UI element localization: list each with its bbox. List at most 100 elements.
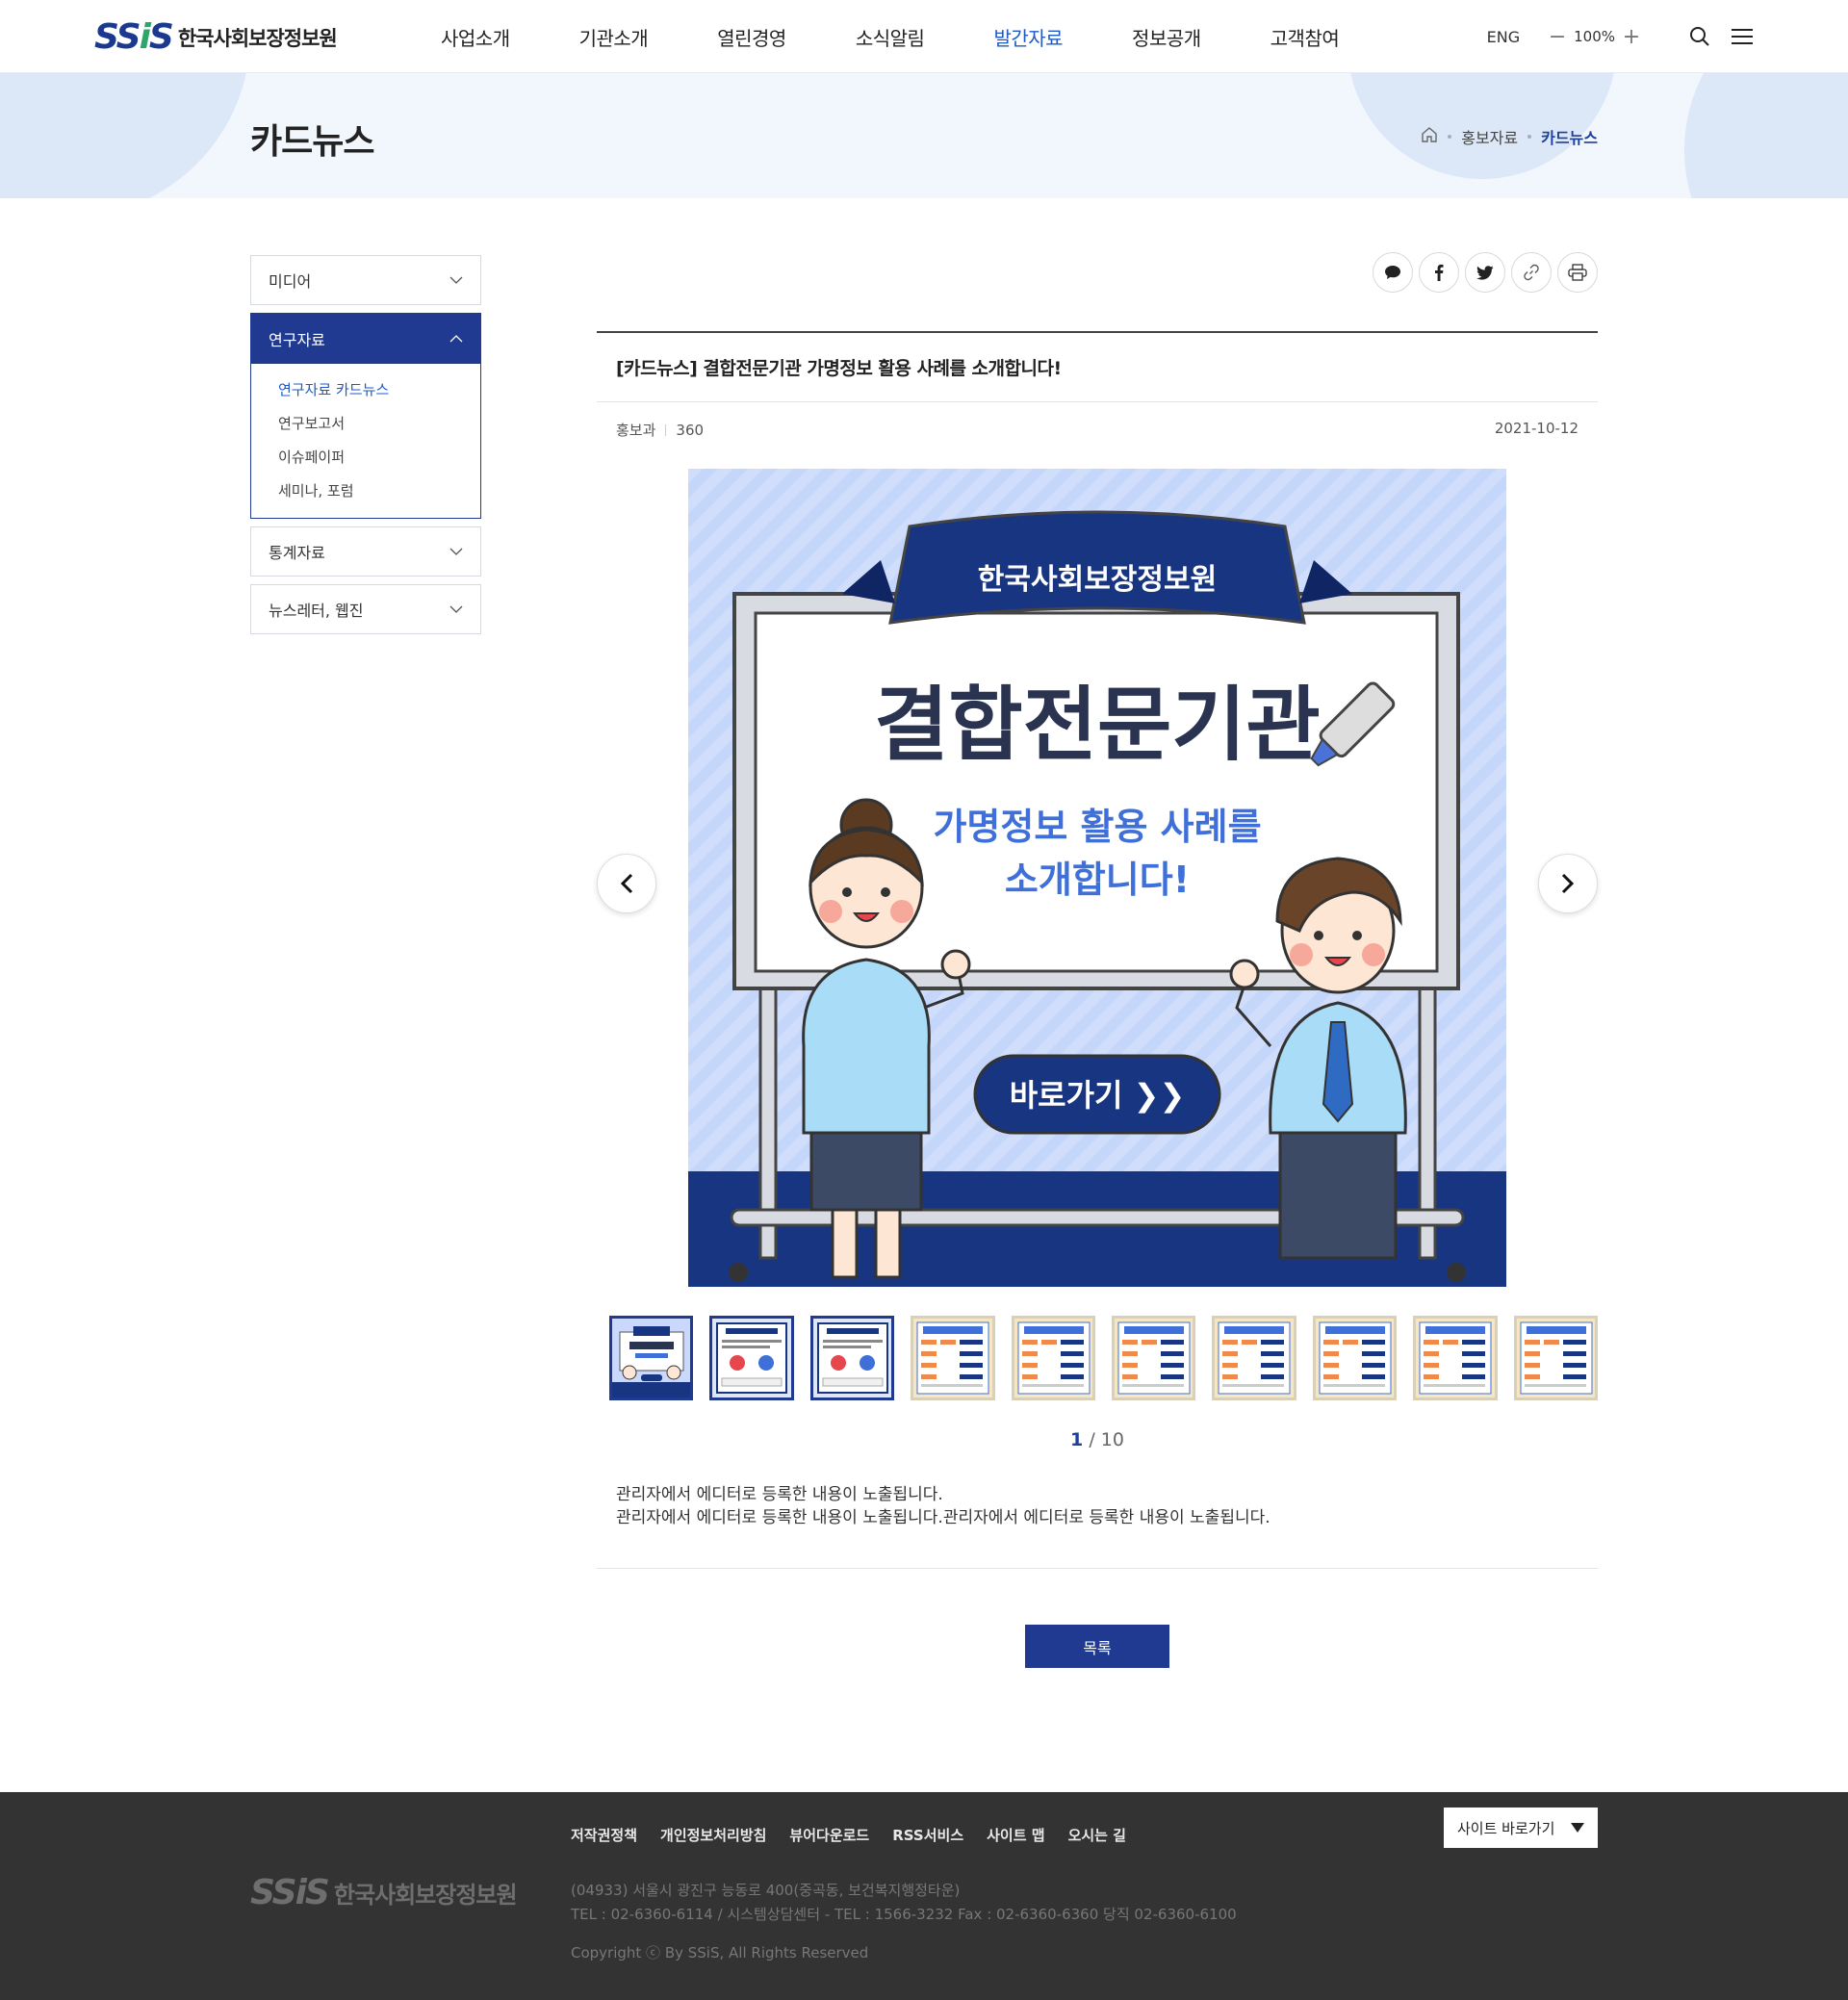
footer-copyright: Copyright ⓒ By SSiS, All Rights Reserved <box>571 1944 869 1962</box>
footer-link-privacy[interactable]: 개인정보처리방침 <box>660 1825 766 1845</box>
link-icon[interactable] <box>1511 252 1552 293</box>
slide-current: 1 <box>1070 1429 1084 1450</box>
thumbnail-item[interactable] <box>1111 1316 1196 1400</box>
thumbnail-item[interactable] <box>809 1316 895 1400</box>
page-title: 카드뉴스 <box>250 122 374 162</box>
article-header: [카드뉴스] 결합전문기관 가명정보 활용 사례를 소개합니다! 홍보과 360… <box>597 331 1598 457</box>
card-ribbon-text: 한국사회보장정보원 <box>978 563 1217 597</box>
zoom-out-button[interactable]: − <box>1547 25 1568 49</box>
gnb-item-management[interactable]: 열린경영 <box>717 23 786 51</box>
decor-circle <box>1684 73 1848 198</box>
facebook-icon[interactable] <box>1419 252 1459 293</box>
side-nav-item-media[interactable]: 미디어 <box>250 255 481 305</box>
thumbnail-item[interactable] <box>1011 1316 1095 1400</box>
gnb-item-news[interactable]: 소식알림 <box>856 23 925 51</box>
thumbnail-item[interactable] <box>1513 1316 1598 1400</box>
side-nav-label: 미디어 <box>269 272 312 291</box>
card-shortcut-button: 바로가기 ❯❯ <box>1010 1077 1186 1114</box>
breadcrumb-current[interactable]: 카드뉴스 <box>1541 125 1598 148</box>
decor-circle <box>0 73 250 198</box>
chevron-down-icon <box>449 605 463 613</box>
article-body-line: 관리자에서 에디터로 등록한 내용이 노출됩니다.관리자에서 에디터로 등록한 … <box>616 1508 1270 1527</box>
gnb-item-disclosure[interactable]: 정보공개 <box>1132 23 1201 51</box>
side-nav-label: 연구자료 <box>269 331 325 349</box>
article-dept: 홍보과 <box>616 422 656 439</box>
side-nav-sub-cardnews[interactable]: 연구자료 카드뉴스 <box>278 373 480 407</box>
article-content: [카드뉴스] 결합전문기관 가명정보 활용 사례를 소개합니다! 홍보과 360… <box>597 252 1598 1668</box>
thumbnail-item[interactable] <box>608 1316 694 1400</box>
footer-link-rss[interactable]: RSS서비스 <box>892 1825 963 1845</box>
breadcrumb-item[interactable]: 홍보자료 <box>1461 125 1518 148</box>
menu-icon[interactable] <box>1729 23 1756 50</box>
zoom-control: − 100% + <box>1547 25 1642 49</box>
twitter-icon[interactable] <box>1465 252 1505 293</box>
english-link[interactable]: ENG <box>1487 28 1520 46</box>
logo-text: 한국사회보장정보원 <box>177 26 338 50</box>
utility-bar: ENG − 100% + <box>1487 0 1756 73</box>
breadcrumb-separator <box>1527 135 1532 139</box>
thumbnail-item[interactable] <box>1312 1316 1398 1400</box>
gnb-item-about[interactable]: 기관소개 <box>579 23 649 51</box>
logo[interactable]: SSiS 한국사회보장정보원 <box>94 17 338 57</box>
side-nav-sub-seminar[interactable]: 세미나, 포럼 <box>278 474 480 508</box>
article-meta: 홍보과 360 2021-10-12 <box>597 402 1598 457</box>
side-nav-sub-reports[interactable]: 연구보고서 <box>278 407 480 441</box>
header: SSiS 한국사회보장정보원 사업소개 기관소개 열린경영 소식알림 발간자료 … <box>0 0 1848 73</box>
article-body-line: 관리자에서 에디터로 등록한 내용이 노출됩니다. <box>616 1485 943 1504</box>
footer-link-sitemap[interactable]: 사이트 맵 <box>987 1825 1044 1845</box>
footer-links: 저작권정책 개인정보처리방침 뷰어다운로드 RSS서비스 사이트 맵 오시는 길 <box>571 1825 1149 1845</box>
chevron-right-icon <box>1561 873 1575 894</box>
search-icon[interactable] <box>1686 23 1713 50</box>
thumbnail-item[interactable] <box>709 1316 794 1400</box>
list-button[interactable]: 목록 <box>1025 1625 1169 1668</box>
side-nav-sub-issuepaper[interactable]: 이슈페이퍼 <box>278 441 480 474</box>
side-nav-item-statistics[interactable]: 통계자료 <box>250 526 481 577</box>
chevron-left-icon <box>620 873 633 894</box>
breadcrumb-separator <box>1448 135 1452 139</box>
thumbnail-item[interactable] <box>1212 1316 1296 1400</box>
gnb-item-business[interactable]: 사업소개 <box>441 23 510 51</box>
card-sub-line2: 소개합니다! <box>1005 859 1190 901</box>
home-icon[interactable] <box>1421 126 1438 147</box>
article-date: 2021-10-12 <box>1494 420 1578 437</box>
meta-divider <box>665 423 667 436</box>
footer-logo-text: 한국사회보장정보원 <box>333 1882 518 1909</box>
thumbnail-item[interactable] <box>1413 1316 1498 1400</box>
print-icon[interactable] <box>1557 252 1598 293</box>
next-slide-button[interactable] <box>1538 854 1598 913</box>
global-nav: 사업소개 기관소개 열린경영 소식알림 발간자료 정보공개 고객참여 <box>441 0 1408 73</box>
logo-mark: SSiS <box>94 17 174 57</box>
card-image: 한국사회보장정보원 결합전문기관 가명정보 활용 사례를 소개합니다! 바로가기… <box>688 469 1506 1287</box>
share-bar <box>597 252 1598 296</box>
footer-address: (04933) 서울시 광진구 능동로 400(중곡동, 보건복지행정타운) T… <box>571 1879 1237 1927</box>
chevron-up-icon <box>449 335 463 343</box>
footer-address-line: (04933) 서울시 광진구 능동로 400(중곡동, 보건복지행정타운) <box>571 1882 961 1899</box>
footer-logo-mark: SSiS <box>250 1873 330 1912</box>
side-nav-group-research: 연구자료 연구자료 카드뉴스 연구보고서 이슈페이퍼 세미나, 포럼 <box>250 313 481 519</box>
side-nav-item-newsletter[interactable]: 뉴스레터, 웹진 <box>250 584 481 634</box>
card-headline: 결합전문기관 <box>874 678 1321 772</box>
side-nav-label: 뉴스레터, 웹진 <box>269 602 364 620</box>
gnb-item-publications[interactable]: 발간자료 <box>993 23 1063 51</box>
caret-down-icon <box>1571 1823 1584 1833</box>
footer-link-copyright[interactable]: 저작권정책 <box>571 1825 637 1845</box>
side-nav-item-research[interactable]: 연구자료 <box>251 314 480 364</box>
site-shortcut-select[interactable]: 사이트 바로가기 <box>1444 1808 1598 1848</box>
footer-link-viewer[interactable]: 뷰어다운로드 <box>789 1825 869 1845</box>
thumbnail-item[interactable] <box>911 1316 995 1400</box>
slide-total: / 10 <box>1089 1429 1124 1450</box>
sub-visual: 카드뉴스 홍보자료 카드뉴스 <box>0 73 1848 198</box>
article-body: 관리자에서 에디터로 등록한 내용이 노출됩니다. 관리자에서 에디터로 등록한… <box>597 1483 1598 1569</box>
footer-link-directions[interactable]: 오시는 길 <box>1068 1825 1126 1845</box>
zoom-in-button[interactable]: + <box>1621 25 1642 49</box>
side-nav-submenu: 연구자료 카드뉴스 연구보고서 이슈페이퍼 세미나, 포럼 <box>251 364 480 518</box>
zoom-value: 100% <box>1574 28 1615 45</box>
chevron-down-icon <box>449 548 463 555</box>
slide-counter: 1 / 10 <box>597 1429 1598 1450</box>
gnb-item-customer[interactable]: 고객참여 <box>1270 23 1340 51</box>
comment-icon[interactable] <box>1373 252 1413 293</box>
article-title: [카드뉴스] 결합전문기관 가명정보 활용 사례를 소개합니다! <box>597 333 1598 402</box>
prev-slide-button[interactable] <box>597 854 656 913</box>
article-views: 360 <box>676 421 705 439</box>
breadcrumb: 홍보자료 카드뉴스 <box>1421 125 1598 148</box>
